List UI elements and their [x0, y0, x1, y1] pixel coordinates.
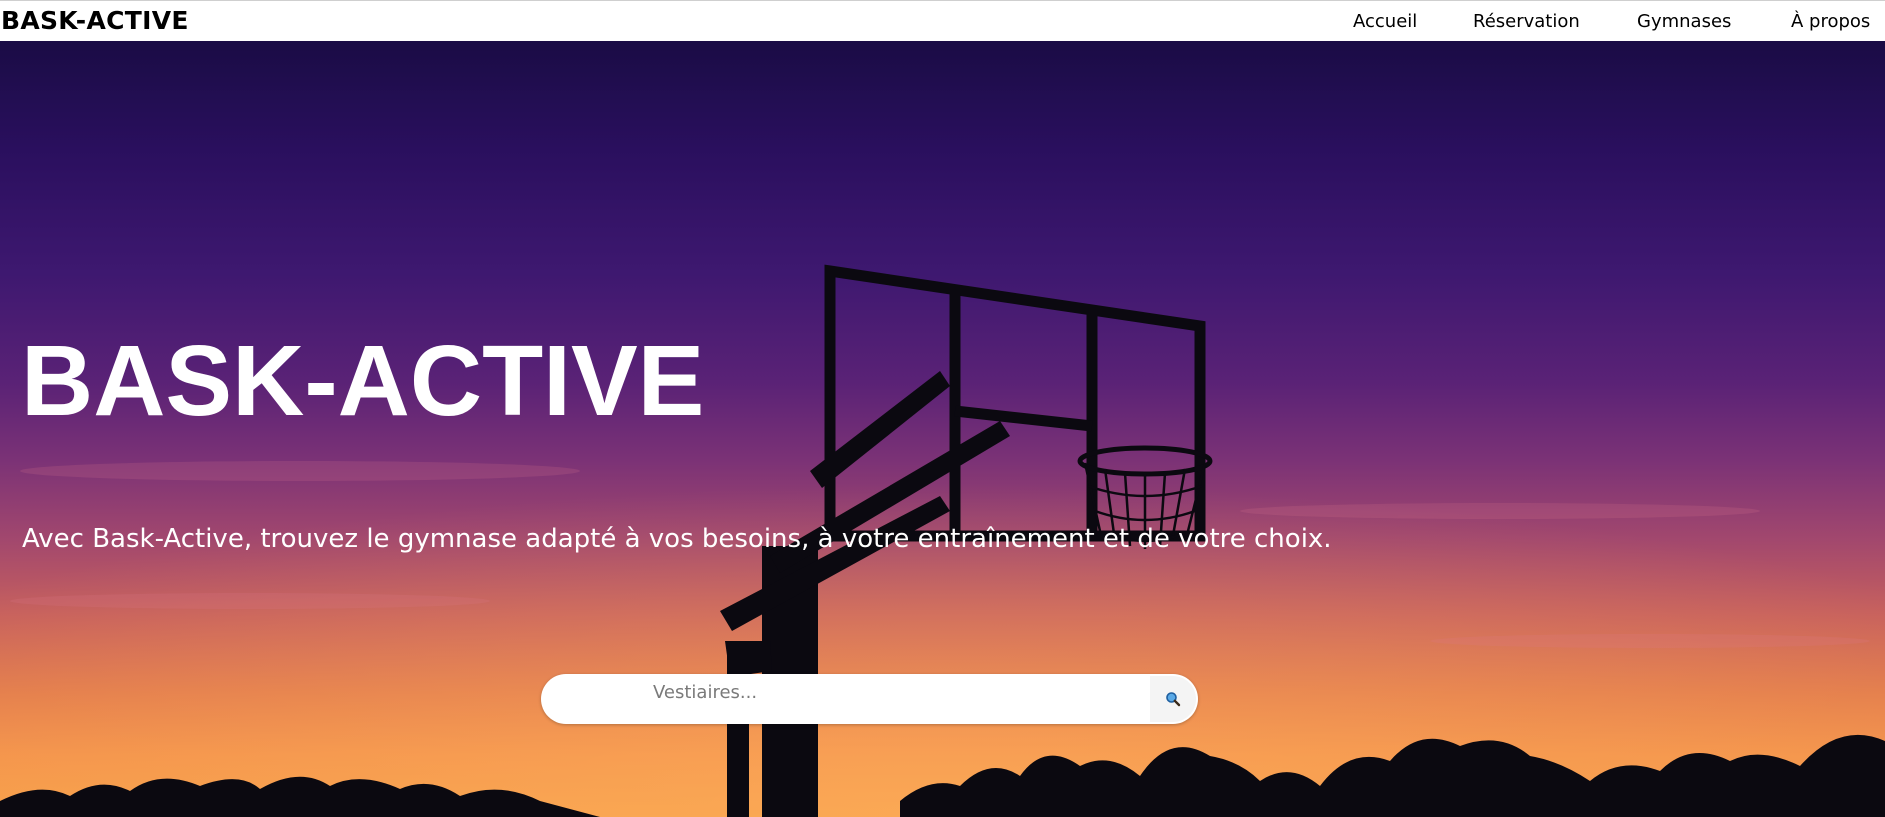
brand-logo[interactable]: BASK-ACTIVE	[1, 6, 189, 36]
top-navbar: BASK-ACTIVE Accueil Réservation Gymnases…	[0, 0, 1885, 41]
hero-title: BASK-ACTIVE	[21, 325, 705, 437]
search-input[interactable]	[541, 674, 1141, 724]
nav-link-accueil[interactable]: Accueil	[1353, 11, 1417, 32]
hero-subtitle: Avec Bask-Active, trouvez le gymnase ada…	[22, 524, 1332, 554]
nav-link-reservation[interactable]: Réservation	[1473, 11, 1580, 32]
nav-link-a-propos[interactable]: À propos	[1791, 11, 1870, 32]
nav-link-gymnases[interactable]: Gymnases	[1637, 11, 1731, 32]
search-button[interactable]	[1150, 676, 1196, 722]
search-icon	[1166, 692, 1181, 707]
search-bar	[541, 674, 1198, 724]
hero-section: BASK-ACTIVE Avec Bask-Active, trouvez le…	[0, 41, 1885, 817]
